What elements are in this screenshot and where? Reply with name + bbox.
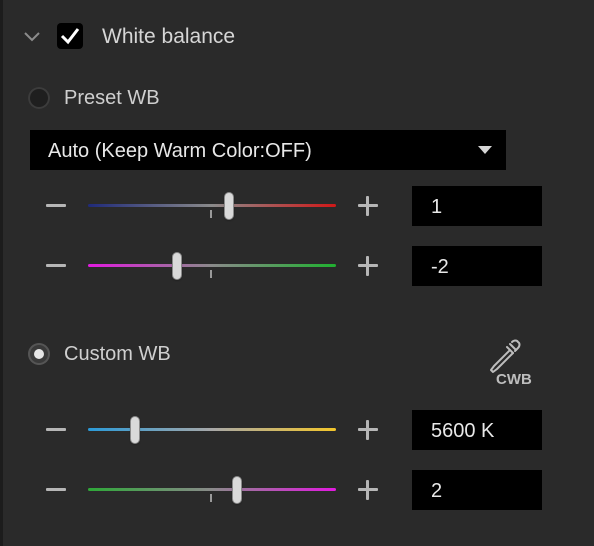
blue-red-slider-track[interactable] xyxy=(88,204,336,207)
tint-value: 2 xyxy=(431,480,443,502)
temperature-increase-button[interactable] xyxy=(358,420,378,440)
custom-wb-label: Custom WB xyxy=(64,343,171,365)
blue-red-value-field[interactable]: 1 xyxy=(412,186,542,226)
blue-red-center-tick xyxy=(210,210,212,218)
panel-left-border xyxy=(0,0,3,546)
temperature-decrease-button[interactable] xyxy=(46,428,66,431)
temperature-value-field[interactable]: 5600 K xyxy=(412,410,542,450)
temperature-slider-track[interactable] xyxy=(88,428,336,431)
eyedropper-icon[interactable]: CWB xyxy=(482,338,538,388)
collapse-chevron-icon[interactable] xyxy=(22,26,42,46)
preset-wb-radio[interactable] xyxy=(28,87,50,109)
magenta-green-increase-button[interactable] xyxy=(358,256,378,276)
magenta-green-slider-track[interactable] xyxy=(88,264,336,267)
blue-red-decrease-button[interactable] xyxy=(46,204,66,207)
magenta-green-slider-thumb[interactable] xyxy=(173,253,182,279)
preset-wb-dropdown-value: Auto (Keep Warm Color:OFF) xyxy=(48,140,312,162)
dropdown-arrow-icon xyxy=(478,146,492,154)
checkmark-icon xyxy=(60,28,80,45)
tint-decrease-button[interactable] xyxy=(46,488,66,491)
blue-red-slider-thumb[interactable] xyxy=(225,193,234,219)
temperature-value: 5600 K xyxy=(431,420,495,442)
white-balance-checkbox[interactable] xyxy=(57,23,83,49)
magenta-green-center-tick xyxy=(210,270,212,278)
blue-red-increase-button[interactable] xyxy=(358,196,378,216)
tint-slider-track[interactable] xyxy=(88,488,336,491)
preset-wb-dropdown[interactable]: Auto (Keep Warm Color:OFF) xyxy=(30,130,506,170)
temperature-slider-thumb[interactable] xyxy=(131,417,140,443)
custom-wb-radio[interactable] xyxy=(28,343,50,365)
magenta-green-decrease-button[interactable] xyxy=(46,264,66,267)
magenta-green-value-field[interactable]: -2 xyxy=(412,246,542,286)
tint-increase-button[interactable] xyxy=(358,480,378,500)
cwb-label: CWB xyxy=(496,371,532,388)
preset-wb-label: Preset WB xyxy=(64,87,160,109)
tint-slider-thumb[interactable] xyxy=(232,477,241,503)
section-title: White balance xyxy=(102,25,236,48)
blue-red-value: 1 xyxy=(431,196,443,218)
magenta-green-value: -2 xyxy=(431,256,449,278)
tint-value-field[interactable]: 2 xyxy=(412,470,542,510)
tint-center-tick xyxy=(210,494,212,502)
